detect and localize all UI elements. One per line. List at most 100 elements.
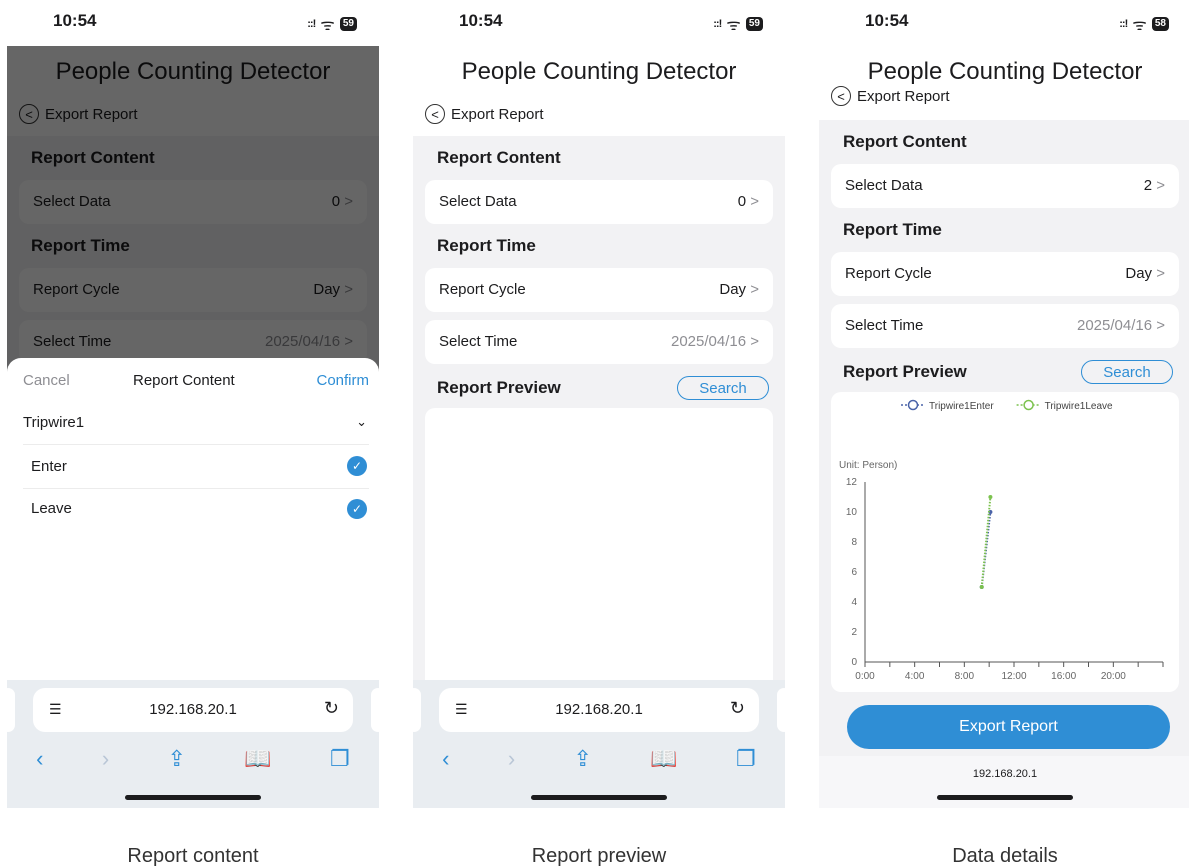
back-nav-icon[interactable]: ‹ bbox=[442, 746, 449, 772]
app-title: People Counting Detector bbox=[461, 58, 737, 85]
phone-report-preview: 10:54 ::! ᯤ 59 People Counting Detector … bbox=[413, 0, 785, 808]
y-tick-label: 12 bbox=[846, 477, 858, 488]
divider bbox=[23, 444, 369, 445]
preview-area-empty bbox=[425, 408, 773, 708]
phone-data-details: 10:54 ::! ᯤ 58 People Counting Detector … bbox=[819, 0, 1189, 808]
select-data-value: 0 > bbox=[737, 193, 759, 210]
back-nav-icon[interactable]: ‹ bbox=[36, 746, 43, 772]
legend-label: Tripwire1Leave bbox=[1045, 401, 1113, 412]
export-report-button[interactable]: Export Report bbox=[847, 705, 1170, 749]
signal-icon: ::! bbox=[713, 18, 722, 30]
y-tick-label: 2 bbox=[851, 627, 857, 638]
tripwire-group-label: Tripwire1 bbox=[23, 414, 85, 431]
data-point bbox=[988, 495, 993, 499]
section-report-preview: Report Preview bbox=[437, 378, 561, 397]
cancel-button[interactable]: Cancel bbox=[23, 372, 70, 389]
leave-option-label[interactable]: Leave bbox=[31, 500, 72, 517]
section-report-content: Report Content bbox=[843, 132, 967, 151]
bookmarks-icon[interactable]: 📖 bbox=[244, 746, 271, 772]
prev-tab-edge[interactable] bbox=[413, 688, 421, 732]
bookmarks-icon[interactable]: 📖 bbox=[650, 746, 677, 772]
select-time-label: Select Time bbox=[439, 333, 518, 350]
forward-nav-icon[interactable]: › bbox=[102, 746, 109, 772]
signal-icon: ::! bbox=[307, 18, 316, 30]
chevron-right-icon: > bbox=[750, 281, 759, 298]
report-cycle-label: Report Cycle bbox=[439, 281, 526, 298]
back-label: Export Report bbox=[451, 105, 544, 123]
legend-marker bbox=[907, 399, 919, 411]
divider bbox=[23, 488, 369, 489]
address-bar[interactable]: ☰ 192.168.20.1 ↻ bbox=[439, 688, 759, 732]
series-line-1 bbox=[980, 511, 992, 588]
y-tick-labels: 0 2 4 6 8 10 12 bbox=[846, 477, 858, 668]
select-time-row[interactable]: Select Time 2025/04/16 > bbox=[831, 304, 1179, 348]
people-count-chart: Tripwire1Enter Tripwire1Leave Unit: Perso… bbox=[839, 399, 1164, 682]
next-tab-edge[interactable] bbox=[777, 688, 785, 732]
status-icons: ::! ᯤ 58 bbox=[1119, 13, 1169, 35]
y-tick-label: 0 bbox=[851, 657, 857, 668]
enter-option-label[interactable]: Enter bbox=[31, 458, 67, 475]
tabs-icon[interactable]: ❐ bbox=[736, 746, 756, 772]
home-indicator bbox=[531, 795, 667, 800]
back-button[interactable]: < Export Report bbox=[831, 86, 950, 106]
plot-area bbox=[979, 495, 993, 589]
y-tick-label: 4 bbox=[851, 597, 857, 608]
chevron-down-icon: ⌄ bbox=[356, 414, 367, 429]
phone-report-content: 10:54 ::! ᯤ 59 People Counting Detector … bbox=[7, 0, 379, 808]
wifi-icon: ᯤ bbox=[1132, 17, 1147, 34]
status-time: 10:54 bbox=[53, 11, 97, 30]
search-button[interactable]: Search bbox=[1081, 360, 1173, 384]
report-cycle-value: Day > bbox=[719, 281, 759, 298]
select-time-row[interactable]: Select Time 2025/04/16 > bbox=[425, 320, 773, 364]
safari-toolbar: ☰ 192.168.20.1 ↻ ‹ › ⇪ 📖 ❐ bbox=[7, 680, 379, 808]
back-chevron-icon: < bbox=[831, 86, 851, 106]
status-time: 10:54 bbox=[459, 11, 503, 30]
back-button[interactable]: < Export Report bbox=[425, 104, 544, 124]
back-label: Export Report bbox=[857, 87, 950, 105]
signal-icon: ::! bbox=[1119, 18, 1128, 30]
share-icon[interactable]: ⇪ bbox=[574, 746, 592, 772]
report-cycle-row[interactable]: Report Cycle Day > bbox=[425, 268, 773, 312]
confirm-button[interactable]: Confirm bbox=[316, 372, 369, 389]
data-point bbox=[979, 585, 984, 589]
tabs-icon[interactable]: ❐ bbox=[330, 746, 350, 772]
battery-icon: 59 bbox=[339, 17, 357, 31]
next-tab-edge[interactable] bbox=[371, 688, 379, 732]
sheet-title: Report Content bbox=[133, 372, 235, 389]
battery-icon: 58 bbox=[1151, 17, 1169, 31]
select-data-row[interactable]: Select Data 2 > bbox=[831, 164, 1179, 208]
browser-nav: ‹ › ⇪ 📖 ❐ bbox=[413, 746, 785, 772]
y-tick-label: 6 bbox=[851, 567, 857, 578]
select-time-value: 2025/04/16 > bbox=[670, 333, 759, 350]
prev-tab-edge[interactable] bbox=[7, 688, 15, 732]
search-button[interactable]: Search bbox=[677, 376, 769, 400]
tripwire-group-row[interactable]: Tripwire1 ⌄ bbox=[23, 414, 369, 431]
enter-check-icon[interactable]: ✓ bbox=[347, 456, 367, 476]
forward-nav-icon[interactable]: › bbox=[508, 746, 515, 772]
select-data-row[interactable]: Select Data 0 > bbox=[425, 180, 773, 224]
section-report-preview: Report Preview bbox=[843, 362, 967, 381]
reload-icon[interactable]: ↻ bbox=[324, 698, 339, 719]
url-text: 192.168.20.1 bbox=[555, 701, 643, 718]
x-tick-label: 0:00 bbox=[855, 671, 875, 682]
chevron-right-icon: > bbox=[750, 333, 759, 350]
status-icons: ::! ᯤ 59 bbox=[307, 13, 357, 35]
x-tick-label: 20:00 bbox=[1101, 671, 1126, 682]
url-text[interactable]: 192.168.20.1 bbox=[819, 768, 1189, 780]
wifi-icon: ᯤ bbox=[320, 17, 335, 34]
chevron-right-icon: > bbox=[1156, 265, 1165, 282]
address-bar[interactable]: ☰ 192.168.20.1 ↻ bbox=[33, 688, 353, 732]
caption-report-content: Report content bbox=[127, 845, 259, 867]
chart-legend: Tripwire1Enter Tripwire1Leave bbox=[901, 399, 1113, 412]
report-cycle-row[interactable]: Report Cycle Day > bbox=[831, 252, 1179, 296]
chevron-right-icon: > bbox=[1156, 317, 1165, 334]
url-text: 192.168.20.1 bbox=[149, 701, 237, 718]
reload-icon[interactable]: ↻ bbox=[730, 698, 745, 719]
report-cycle-label: Report Cycle bbox=[845, 265, 932, 282]
browser-nav: ‹ › ⇪ 📖 ❐ bbox=[7, 746, 379, 772]
back-chevron-icon: < bbox=[425, 104, 445, 124]
leave-check-icon[interactable]: ✓ bbox=[347, 499, 367, 519]
x-tick-labels: 0:00 4:00 8:00 12:00 16:00 20:00 bbox=[855, 671, 1126, 682]
share-icon[interactable]: ⇪ bbox=[168, 746, 186, 772]
legend-marker bbox=[1023, 399, 1034, 411]
